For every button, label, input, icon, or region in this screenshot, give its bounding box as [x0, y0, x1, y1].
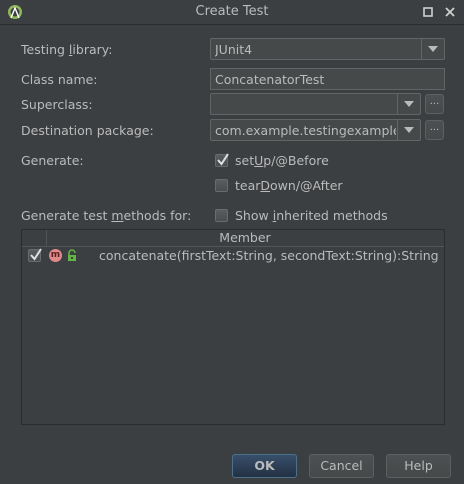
method-icon: m	[49, 249, 62, 262]
generate-label: Generate:	[21, 153, 84, 168]
table-header: Member	[22, 230, 444, 247]
member-signature: concatenate(firstText:String, secondText…	[99, 248, 439, 263]
show-inherited-label[interactable]: Show inherited methods	[235, 208, 388, 223]
show-inherited-checkbox[interactable]	[215, 209, 228, 222]
title-bar: Create Test	[0, 0, 464, 25]
class-name-field[interactable]	[210, 68, 445, 90]
ok-button[interactable]: OK	[232, 454, 297, 478]
class-name-input[interactable]	[211, 69, 444, 90]
chevron-down-icon	[404, 127, 414, 133]
checkmark-icon	[30, 248, 42, 261]
public-lock-icon	[68, 249, 76, 261]
chevron-down-icon	[404, 101, 414, 107]
testing-library-value: JUnit4	[215, 42, 253, 57]
table-row[interactable]: m concatenate(firstText:String, secondTe…	[22, 247, 444, 265]
destination-package-browse-button[interactable]: ...	[425, 120, 444, 140]
setup-checkbox[interactable]	[215, 153, 229, 167]
testing-library-label: Testing library:	[21, 42, 113, 57]
setup-label[interactable]: setUp/@Before	[235, 153, 329, 168]
superclass-dropdown[interactable]	[210, 93, 421, 115]
close-icon[interactable]	[443, 5, 457, 19]
cancel-button[interactable]: Cancel	[309, 454, 374, 478]
destination-package-label: Destination package:	[21, 123, 154, 138]
teardown-label[interactable]: tearDown/@After	[235, 178, 343, 193]
superclass-label: Superclass:	[21, 97, 93, 112]
class-name-label: Class name:	[21, 72, 98, 87]
restore-icon[interactable]	[421, 5, 435, 19]
chevron-down-icon	[428, 46, 438, 52]
destination-package-dropdown[interactable]: com.example.testingexample	[210, 119, 421, 141]
teardown-checkbox[interactable]	[215, 179, 228, 192]
testing-library-dropdown[interactable]: JUnit4	[210, 38, 445, 60]
methods-for-label: Generate test methods for:	[21, 208, 192, 223]
member-column-header[interactable]: Member	[46, 230, 444, 245]
destination-package-value: com.example.testingexample	[215, 123, 396, 138]
checkmark-icon	[217, 153, 229, 166]
help-button[interactable]: Help	[386, 454, 451, 478]
superclass-browse-button[interactable]: ...	[425, 94, 444, 114]
members-table: Member m concatenate(firstText:String, s…	[21, 229, 445, 425]
window-title: Create Test	[195, 4, 269, 19]
member-checkbox[interactable]	[28, 248, 42, 262]
